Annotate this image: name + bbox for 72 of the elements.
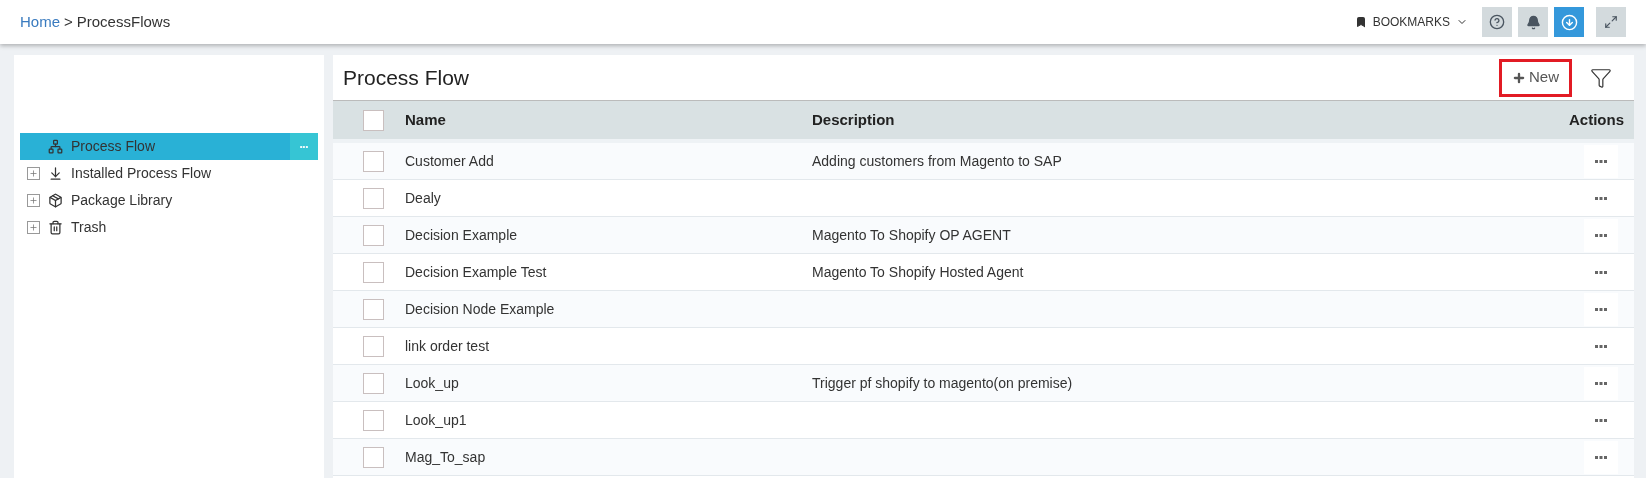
checkbox[interactable] xyxy=(362,446,384,468)
more-icon xyxy=(1595,233,1607,237)
bell-icon xyxy=(1525,14,1541,30)
tree-item[interactable]: Package Library xyxy=(20,187,318,214)
checkbox[interactable] xyxy=(362,261,384,283)
trash-icon xyxy=(48,220,63,235)
column-header: Description xyxy=(812,109,895,130)
sitemap-icon xyxy=(48,139,63,154)
new-button[interactable]: New xyxy=(1499,58,1572,97)
table-cell-text: Decision Example Test xyxy=(405,262,548,282)
tree-item[interactable]: Installed Process Flow xyxy=(20,160,318,187)
breadcrumb-current: ProcessFlows xyxy=(76,11,171,32)
checkbox[interactable] xyxy=(362,372,384,394)
column-header: Name xyxy=(405,109,447,130)
bookmarks-menu[interactable]: BOOKMARKS xyxy=(1354,13,1468,31)
expand-arrows-icon xyxy=(1604,15,1618,29)
page-title: Process Flow xyxy=(343,64,470,91)
tree-item[interactable]: Trash xyxy=(20,214,318,241)
more-icon xyxy=(1595,418,1607,422)
table-cell-text: Look_up1 xyxy=(405,410,468,430)
download-icon xyxy=(1560,13,1578,31)
expand-icon[interactable] xyxy=(26,167,40,180)
table-cell-text: Decision Example xyxy=(405,225,519,245)
table-cell-text: link order test xyxy=(405,336,491,356)
bookmark-icon xyxy=(1354,16,1367,28)
table-cell-text: Dealy xyxy=(405,188,442,208)
checkbox[interactable] xyxy=(362,335,384,357)
table-cell-text: Trigger pf shopify to magento(on premise) xyxy=(812,373,1073,393)
download-tray-icon xyxy=(48,166,63,181)
breadcrumb-separator: > xyxy=(64,11,73,32)
tree-item-label: Installed Process Flow xyxy=(71,164,212,183)
table-cell-text: Decision Node Example xyxy=(405,299,556,319)
help-icon xyxy=(1489,14,1505,30)
table-cell-text: Look_up xyxy=(405,373,460,393)
table-cell-text: Customer Add xyxy=(405,151,495,171)
checkbox[interactable] xyxy=(362,109,384,131)
column-header: Actions xyxy=(1569,109,1625,130)
table-cell-text: Adding customers from Magento to SAP xyxy=(812,151,1062,171)
row-actions-button[interactable] xyxy=(1584,292,1618,326)
row-actions-button[interactable] xyxy=(1584,218,1618,252)
fullscreen-button[interactable] xyxy=(1596,7,1626,37)
more-icon xyxy=(1595,270,1607,274)
table-cell-text: Magento To Shopify OP AGENT xyxy=(812,225,1011,245)
help-button[interactable] xyxy=(1482,7,1512,37)
notifications-button[interactable] xyxy=(1518,7,1548,37)
tree-item[interactable]: Process Flow ••• xyxy=(20,133,318,160)
breadcrumb-link[interactable]: Home xyxy=(20,10,60,34)
plus-icon xyxy=(1512,70,1526,85)
row-actions-button[interactable] xyxy=(1584,366,1618,400)
tree-item-label: Trash xyxy=(71,218,107,237)
checkbox[interactable] xyxy=(362,298,384,320)
table-cell-text: Mag_To_sap xyxy=(405,447,487,467)
more-icon xyxy=(1595,344,1607,348)
row-actions-button[interactable] xyxy=(1584,440,1618,474)
package-icon xyxy=(48,193,63,208)
tree-item-label: Package Library xyxy=(71,191,173,210)
download-button[interactable] xyxy=(1554,7,1584,37)
table-cell-text: Magento To Shopify Hosted Agent xyxy=(812,262,1024,282)
checkbox[interactable] xyxy=(362,224,384,246)
checkbox[interactable] xyxy=(362,187,384,209)
tree-item-label: Process Flow xyxy=(71,137,156,156)
more-icon xyxy=(1595,455,1607,459)
more-icon xyxy=(1595,159,1607,163)
checkbox[interactable] xyxy=(362,150,384,172)
expand-icon[interactable] xyxy=(26,194,40,207)
more-icon xyxy=(1595,381,1607,385)
expand-icon[interactable] xyxy=(26,221,40,234)
more-icon xyxy=(1595,307,1607,311)
checkbox[interactable] xyxy=(362,409,384,431)
more-icon xyxy=(1595,196,1607,200)
filter-icon[interactable] xyxy=(1590,66,1612,89)
row-actions-button[interactable] xyxy=(1584,144,1618,178)
